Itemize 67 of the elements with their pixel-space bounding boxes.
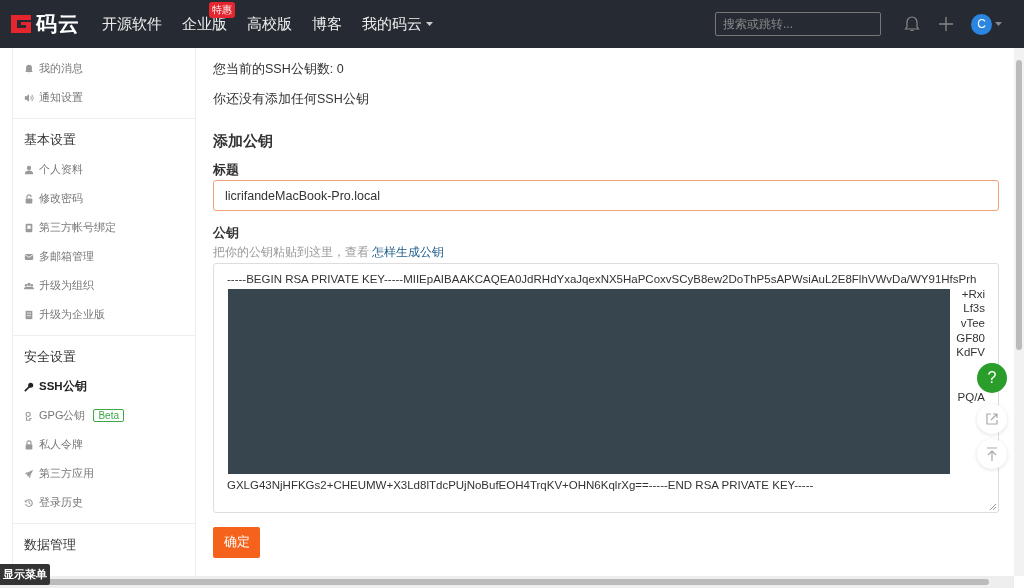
- rocket-icon: [24, 468, 34, 479]
- sidebar-item[interactable]: 个人资料: [24, 155, 83, 184]
- key-text-fragment: vTee: [959, 316, 985, 331]
- nav-link[interactable]: 高校版: [247, 14, 292, 34]
- search-field[interactable]: 搜索或跳转...: [715, 12, 881, 36]
- user-icon: [24, 164, 34, 175]
- key-icon: [24, 381, 34, 392]
- show-menu-button[interactable]: 显示菜单: [0, 564, 50, 585]
- badge-icon: [24, 410, 34, 421]
- title-input-field[interactable]: licrifandeMacBook-Pro.local: [213, 180, 999, 211]
- section-heading: 数据管理: [24, 536, 77, 554]
- back-to-top-button[interactable]: [977, 439, 1007, 469]
- section-heading: 基本设置: [24, 131, 77, 149]
- form-heading: 添加公钥: [213, 132, 274, 151]
- key-text-fragment: Lf3s: [962, 301, 985, 317]
- key-count-text: 您当前的SSH公钥数: 0: [213, 61, 345, 78]
- bell-icon: [24, 63, 34, 74]
- empty-message: 你还没有添加任何SSH公钥: [213, 91, 370, 108]
- lock-icon: [24, 439, 34, 450]
- resize-grip-icon[interactable]: [989, 503, 996, 510]
- sidebar-item[interactable]: SSH公钥: [24, 372, 87, 401]
- user-avatar[interactable]: C: [971, 13, 992, 35]
- logo-text[interactable]: 码云: [36, 10, 80, 38]
- speaker-icon: [24, 92, 34, 103]
- plus-icon[interactable]: [938, 16, 954, 32]
- lock-icon: [24, 193, 34, 204]
- key-text-fragment: GF80: [955, 330, 985, 346]
- arrow-up-icon: [986, 447, 998, 461]
- section-heading: 安全设置: [24, 348, 77, 366]
- sidebar-item[interactable]: GPG公钥 Beta: [24, 401, 125, 430]
- building-icon: [24, 309, 34, 320]
- key-text-line: -----BEGIN RSA PRIVATE KEY-----MIIEpAIBAAKCAQEA0JdRHdYxaJqexNX5HaPCoxvSCyB8ew2DoThP5sAPWsiAuL2E8FlhVWvDa/WY91HfsPrh: [227, 272, 978, 287]
- key-text-line: GXLG43NjHFKGs2+CHEUMW+X3Ld8lTdcPUjNoBufEOH4TrqKV+OHN6KqlrXg==-----END RSA PRIVATE KEY-----: [227, 477, 815, 493]
- sidebar-item[interactable]: 我的消息: [24, 54, 83, 83]
- sidebar-item[interactable]: 第三方应用: [24, 459, 94, 488]
- hint-text: 把你的公钥粘贴到这里，查看 怎样生成公钥: [213, 244, 446, 261]
- bell-icon[interactable]: [904, 15, 920, 33]
- sidebar-item[interactable]: 通知设置: [24, 83, 83, 112]
- nav-link[interactable]: 开源软件: [102, 14, 162, 34]
- promo-badge: 特惠: [209, 1, 235, 18]
- vertical-scrollbar[interactable]: [1014, 48, 1024, 576]
- sidebar-item[interactable]: 修改密码: [24, 184, 83, 213]
- submit-button[interactable]: 确定: [213, 527, 260, 558]
- field-label: 标题: [213, 162, 240, 179]
- envelope-icon: [24, 251, 34, 262]
- sidebar-item[interactable]: 升级为组织: [24, 271, 94, 300]
- sidebar-item[interactable]: 第三方帐号绑定: [24, 213, 116, 242]
- sidebar-item[interactable]: 多邮箱管理: [24, 242, 94, 271]
- help-link[interactable]: 怎样生成公钥: [372, 245, 445, 259]
- sidebar-item[interactable]: 登录历史: [24, 488, 83, 517]
- sidebar-item[interactable]: 升级为企业版: [24, 300, 105, 329]
- share-button[interactable]: [977, 404, 1007, 434]
- share-icon: [985, 412, 999, 426]
- logo-icon: [8, 13, 34, 35]
- sidebar-item[interactable]: 私人令牌: [24, 430, 83, 459]
- beta-badge: Beta: [93, 409, 125, 422]
- nav-link[interactable]: 博客: [312, 14, 342, 34]
- id-card-icon: [24, 222, 34, 233]
- key-text-fragment: KdFV: [955, 345, 985, 361]
- key-text-fragment: +Rxi: [960, 286, 985, 302]
- nav-link[interactable]: 我的码云: [362, 14, 433, 34]
- key-text-area[interactable]: [213, 263, 999, 513]
- field-label: 公钥: [213, 225, 240, 242]
- help-button[interactable]: ?: [977, 363, 1007, 393]
- history-icon: [24, 497, 34, 508]
- caret-icon[interactable]: [995, 22, 1002, 26]
- group-icon: [24, 280, 34, 291]
